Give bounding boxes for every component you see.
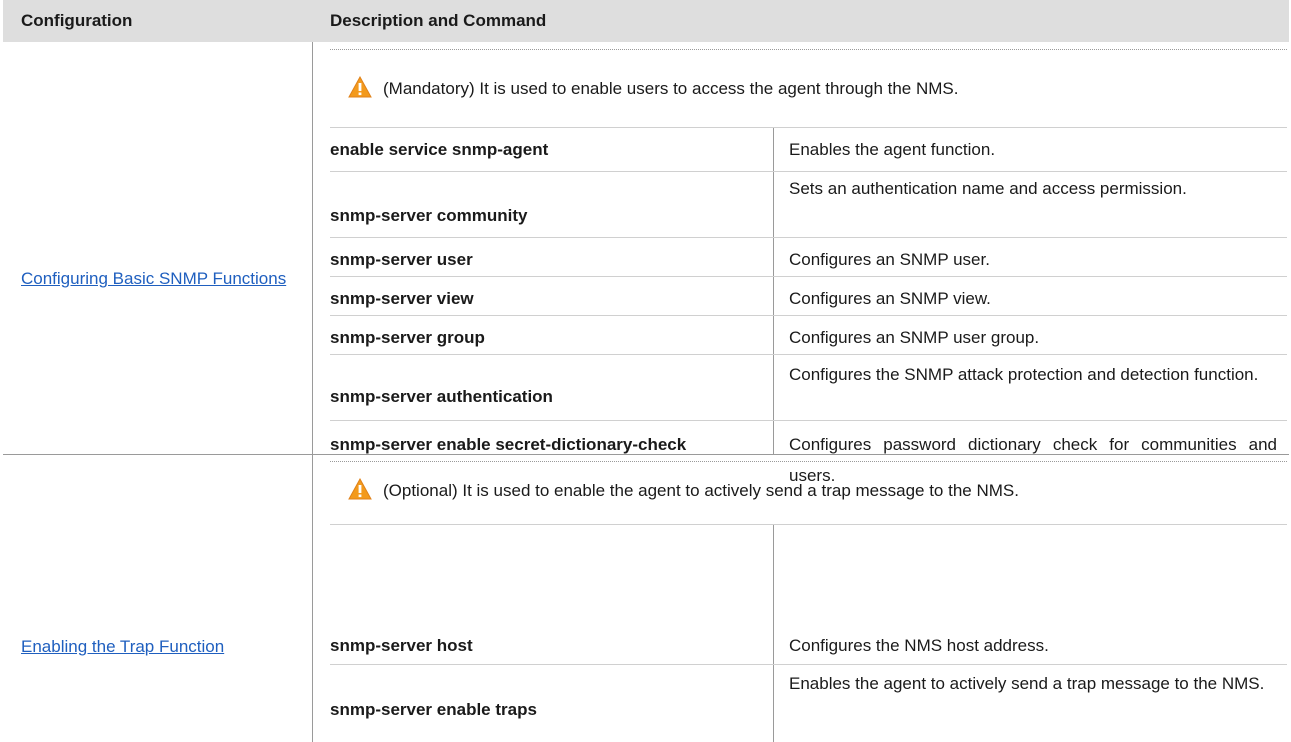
row-line — [330, 171, 1287, 172]
note-text: (Optional) It is used to enable the agen… — [383, 481, 1019, 500]
column-divider — [312, 42, 313, 742]
description-cell: Enables the agent to actively send a tra… — [789, 674, 1265, 693]
warning-icon — [348, 76, 372, 98]
command-cell: snmp-server enable traps — [330, 700, 537, 719]
row-line — [330, 276, 1287, 277]
note-text: (Mandatory) It is used to enable users t… — [383, 79, 959, 98]
inner-column-divider-1 — [773, 127, 774, 454]
link-configuring-basic-snmp-functions[interactable]: Configuring Basic SNMP Functions — [21, 263, 306, 294]
row-line — [330, 524, 1287, 525]
description-cell: Configures the NMS host address. — [789, 636, 1049, 655]
description-cell: Configures an SNMP user. — [789, 250, 990, 269]
header-configuration: Configuration — [21, 11, 133, 30]
description-cell: Enables the agent function. — [789, 140, 996, 159]
configuration-table: Configuration Description and Command Co… — [3, 0, 1289, 742]
warning-icon — [348, 478, 372, 500]
table-header: Configuration Description and Command — [3, 0, 1289, 42]
description-cell: Configures an SNMP user group. — [789, 328, 1040, 347]
command-cell: snmp-server community — [330, 206, 528, 225]
header-description-command: Description and Command — [330, 11, 547, 30]
row-line — [330, 664, 1287, 665]
command-cell: snmp-server enable secret-dictionary-che… — [330, 435, 687, 454]
command-cell: snmp-server view — [330, 289, 474, 308]
row-line — [330, 237, 1287, 238]
row-line — [330, 354, 1287, 355]
inner-column-divider-2 — [773, 524, 774, 742]
description-cell: Sets an authentication name and access p… — [789, 179, 1187, 198]
command-cell: snmp-server user — [330, 250, 473, 269]
row-line — [330, 420, 1287, 421]
row-line — [330, 127, 1287, 128]
command-cell: snmp-server group — [330, 328, 485, 347]
row-line — [330, 315, 1287, 316]
command-cell: snmp-server host — [330, 636, 473, 655]
command-cell: snmp-server authentication — [330, 387, 553, 406]
description-cell: Configures an SNMP view. — [789, 289, 991, 308]
command-cell: enable service snmp-agent — [330, 140, 549, 159]
link-enabling-the-trap-function[interactable]: Enabling the Trap Function — [21, 631, 306, 662]
description-cell: Configures the SNMP attack protection an… — [789, 365, 1259, 384]
note-top-border-1 — [330, 49, 1287, 50]
